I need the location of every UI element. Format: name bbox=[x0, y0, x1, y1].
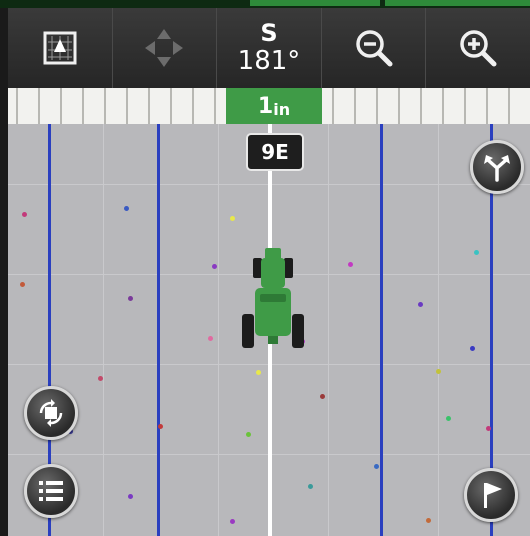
zoom-in-button[interactable] bbox=[426, 8, 530, 88]
zoom-out-button[interactable] bbox=[322, 8, 427, 88]
debris-dot bbox=[230, 519, 235, 524]
debris-dot bbox=[374, 464, 379, 469]
status-segment bbox=[385, 0, 530, 6]
flag-button[interactable] bbox=[464, 468, 518, 522]
status-segment bbox=[250, 0, 380, 6]
rotate-view-icon bbox=[39, 399, 63, 427]
lightbar-tick bbox=[332, 88, 334, 124]
lightbar-tick bbox=[82, 88, 84, 124]
debris-dot bbox=[20, 282, 25, 287]
lightbar-tick bbox=[486, 88, 488, 124]
heading-direction: S bbox=[260, 19, 278, 47]
debris-dot bbox=[426, 518, 431, 523]
debris-dot bbox=[418, 302, 423, 307]
tractor-icon bbox=[242, 248, 304, 348]
debris-dot bbox=[128, 494, 133, 499]
shift-track-icon bbox=[484, 155, 510, 182]
shift-track-button[interactable] bbox=[470, 140, 524, 194]
flag-icon bbox=[484, 483, 502, 508]
debris-dot bbox=[124, 206, 129, 211]
pan-button[interactable] bbox=[113, 8, 218, 88]
menu-list-icon bbox=[39, 481, 63, 501]
lightbar-tick bbox=[104, 88, 106, 124]
debris-dot bbox=[22, 212, 27, 217]
grid-line bbox=[328, 124, 329, 536]
menu-button[interactable] bbox=[24, 464, 78, 518]
map-view-button[interactable] bbox=[8, 8, 113, 88]
pan-arrows-icon bbox=[145, 29, 184, 67]
lightbar-tick bbox=[214, 88, 216, 124]
lightbar-tick bbox=[16, 88, 18, 124]
lightbar-offset: 1 in bbox=[226, 88, 322, 124]
lightbar-tick bbox=[420, 88, 422, 124]
lightbar-tick bbox=[38, 88, 40, 124]
pass-line bbox=[380, 124, 383, 536]
debris-dot bbox=[212, 264, 217, 269]
lightbar-tick bbox=[170, 88, 172, 124]
lightbar-tick bbox=[192, 88, 194, 124]
debris-dot bbox=[230, 216, 235, 221]
debris-dot bbox=[348, 262, 353, 267]
grid-line bbox=[103, 124, 104, 536]
heading-display: S 181° bbox=[217, 8, 322, 88]
debris-dot bbox=[446, 416, 451, 421]
debris-dot bbox=[256, 370, 261, 375]
top-status-strip bbox=[0, 0, 530, 8]
debris-dot bbox=[158, 424, 163, 429]
debris-dot bbox=[474, 250, 479, 255]
zoom-out-icon bbox=[355, 30, 393, 67]
lightbar-tick bbox=[354, 88, 356, 124]
lightbar: 1 in bbox=[8, 88, 530, 124]
pass-line bbox=[157, 124, 160, 536]
lightbar-tick bbox=[60, 88, 62, 124]
map-view-icon bbox=[43, 31, 77, 65]
lightbar-tick bbox=[398, 88, 400, 124]
offset-value: 1 bbox=[257, 93, 274, 119]
lightbar-tick bbox=[464, 88, 466, 124]
debris-dot bbox=[436, 369, 441, 374]
debris-dot bbox=[208, 336, 213, 341]
debris-dot bbox=[470, 346, 475, 351]
zoom-in-icon bbox=[460, 30, 497, 67]
guidance-map[interactable]: 9E bbox=[8, 124, 530, 536]
debris-dot bbox=[98, 376, 103, 381]
rotate-view-button[interactable] bbox=[24, 386, 78, 440]
lightbar-tick bbox=[126, 88, 128, 124]
debris-dot bbox=[486, 426, 491, 431]
grid-line bbox=[218, 124, 219, 536]
lightbar-tick bbox=[442, 88, 444, 124]
map-toolbar: S 181° bbox=[8, 8, 530, 88]
debris-dot bbox=[128, 296, 133, 301]
heading-degrees: 181° bbox=[237, 46, 301, 76]
grid-line bbox=[438, 124, 439, 536]
debris-dot bbox=[308, 484, 313, 489]
lightbar-tick bbox=[508, 88, 510, 124]
lightbar-tick bbox=[376, 88, 378, 124]
lightbar-tick bbox=[148, 88, 150, 124]
pass-label: 9E bbox=[246, 133, 304, 171]
debris-dot bbox=[320, 394, 325, 399]
offset-unit: in bbox=[273, 99, 291, 119]
debris-dot bbox=[246, 432, 251, 437]
